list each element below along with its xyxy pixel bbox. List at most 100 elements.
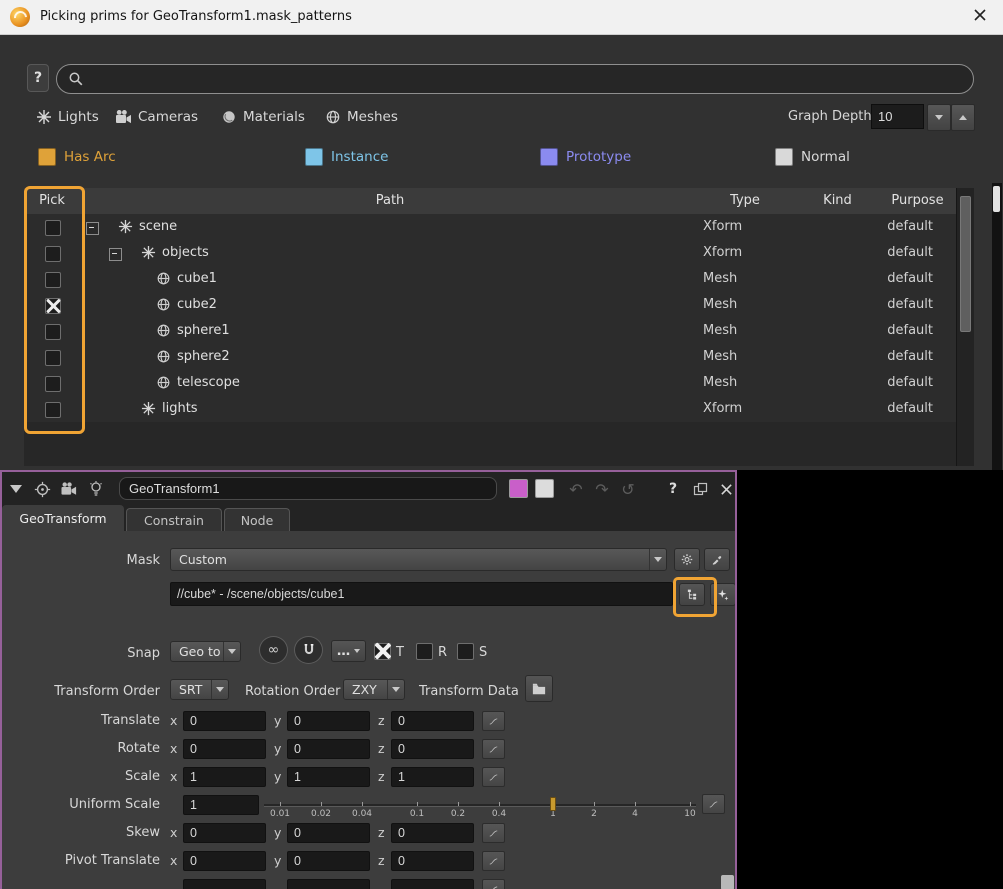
rotate-x-input[interactable] (183, 739, 266, 759)
skew-x-input[interactable] (183, 823, 266, 843)
translate-z-input[interactable] (391, 711, 474, 731)
translate-y-input[interactable] (287, 711, 370, 731)
search-input[interactable] (84, 72, 973, 87)
scale-curve-button[interactable] (482, 767, 505, 787)
table-row[interactable]: cube1 Mesh default (24, 266, 956, 293)
scrollbar-thumb[interactable] (960, 196, 971, 332)
properties-help-button[interactable]: ? (662, 477, 684, 501)
expander[interactable] (86, 222, 99, 235)
tab-geotransform[interactable]: GeoTransform (2, 505, 124, 531)
revert-button[interactable]: ↺ (616, 477, 640, 501)
mask-pattern-input[interactable] (170, 582, 673, 606)
rotate-y-input[interactable] (287, 739, 370, 759)
eyedropper-button[interactable] (704, 548, 730, 571)
table-row[interactable]: cube2 Mesh default (24, 292, 956, 319)
pick-checkbox[interactable] (45, 350, 61, 366)
snap-more-button[interactable]: … (331, 640, 366, 662)
filter-materials-button[interactable]: Materials (221, 104, 305, 130)
pivot-translate-y-input[interactable] (287, 851, 370, 871)
dialog-titlebar[interactable]: Picking prims for GeoTransform1.mask_pat… (0, 0, 1003, 35)
help-button[interactable]: ? (27, 64, 49, 92)
skew-y-input[interactable] (287, 823, 370, 843)
filter-meshes-button[interactable]: Meshes (325, 104, 398, 130)
rotation-order-dropdown[interactable]: ZXY (343, 679, 405, 700)
panel-color-swatch[interactable] (535, 479, 554, 498)
tab-constrain[interactable]: Constrain (126, 508, 222, 531)
translate-curve-button[interactable] (482, 711, 505, 731)
light-button[interactable] (84, 477, 108, 501)
partial-param-input[interactable] (287, 879, 370, 889)
translate-x-input[interactable] (183, 711, 266, 731)
pivot-translate-curve-button[interactable] (482, 851, 505, 871)
rotate-curve-button[interactable] (482, 739, 505, 759)
mask-dropdown[interactable]: Custom (170, 548, 667, 571)
table-row[interactable]: lights Xform default (24, 396, 956, 423)
rotate-z-input[interactable] (391, 739, 474, 759)
pick-checkbox[interactable] (45, 298, 61, 314)
panel-scrollbar-thumb[interactable] (721, 875, 734, 889)
table-row[interactable]: sphere1 Mesh default (24, 318, 956, 345)
pivot-translate-z-input[interactable] (391, 851, 474, 871)
float-panel-button[interactable] (689, 477, 711, 501)
uniform-scale-input[interactable] (183, 795, 259, 815)
pick-checkbox[interactable] (45, 376, 61, 392)
prim-purpose: default (871, 214, 933, 240)
window-scrollbar[interactable] (992, 183, 1002, 470)
snap-mode-dropdown[interactable]: Geo to (170, 641, 241, 662)
slider-handle[interactable] (550, 797, 556, 811)
expander[interactable] (109, 248, 122, 261)
pick-checkbox[interactable] (45, 324, 61, 340)
skew-curve-button[interactable] (482, 823, 505, 843)
scale-y-input[interactable] (287, 767, 370, 787)
redo-button[interactable]: ↷ (590, 477, 614, 501)
snap-t-checkbox[interactable] (374, 643, 391, 660)
undo-button[interactable]: ↶ (564, 477, 588, 501)
filter-lights-button[interactable]: Lights (36, 104, 99, 130)
pick-checkbox[interactable] (45, 220, 61, 236)
snap-r-checkbox[interactable] (416, 643, 433, 660)
transform-order-value: SRT (171, 682, 211, 697)
node-color-swatch[interactable] (509, 479, 528, 498)
table-row[interactable]: sphere2 Mesh default (24, 344, 956, 371)
camera-button[interactable] (57, 477, 81, 501)
open-prim-picker-button[interactable] (679, 583, 705, 606)
graph-depth-increment-button[interactable] (951, 104, 975, 131)
mask-settings-button[interactable] (674, 548, 700, 571)
table-row[interactable]: telescope Mesh default (24, 370, 956, 397)
filter-cameras-button[interactable]: Cameras (115, 104, 198, 130)
collapse-properties-button[interactable] (8, 483, 24, 495)
scale-z-input[interactable] (391, 767, 474, 787)
graph-depth-input[interactable] (871, 104, 924, 129)
partial-param-input[interactable] (183, 879, 266, 889)
pick-checkbox[interactable] (45, 402, 61, 418)
center-node-button[interactable] (30, 477, 54, 501)
snap-magnet-button[interactable] (294, 636, 323, 664)
uniform-scale-slider[interactable] (264, 804, 696, 807)
skew-z-input[interactable] (391, 823, 474, 843)
snap-s-checkbox[interactable] (457, 643, 474, 660)
dialog-title: Picking prims for GeoTransform1.mask_pat… (40, 0, 352, 34)
partial-curve-button[interactable] (482, 879, 505, 889)
scrollbar-thumb[interactable] (993, 186, 1000, 212)
scale-x-input[interactable] (183, 767, 266, 787)
pick-checkbox[interactable] (45, 272, 61, 288)
close-properties-button[interactable] (715, 477, 737, 501)
tab-node[interactable]: Node (224, 508, 290, 531)
slider-tick (280, 802, 281, 806)
table-scrollbar[interactable] (956, 188, 974, 466)
graph-depth-decrement-button[interactable] (927, 104, 951, 131)
screen: Picking prims for GeoTransform1.mask_pat… (0, 0, 1003, 889)
pattern-star-button[interactable] (710, 583, 736, 606)
table-row[interactable]: objects Xform default (24, 240, 956, 267)
partial-param-input[interactable] (391, 879, 474, 889)
table-row[interactable]: scene Xform default (24, 214, 956, 241)
uniform-scale-curve-button[interactable] (702, 794, 725, 814)
pick-checkbox[interactable] (45, 246, 61, 262)
legend-label: Instance (331, 149, 388, 165)
transform-order-dropdown[interactable]: SRT (170, 679, 229, 700)
dialog-close-button[interactable] (967, 4, 993, 30)
pivot-translate-x-input[interactable] (183, 851, 266, 871)
node-name-input[interactable] (119, 477, 497, 500)
transform-data-button[interactable] (525, 675, 553, 702)
snap-link-button[interactable]: ∞ (259, 636, 288, 664)
